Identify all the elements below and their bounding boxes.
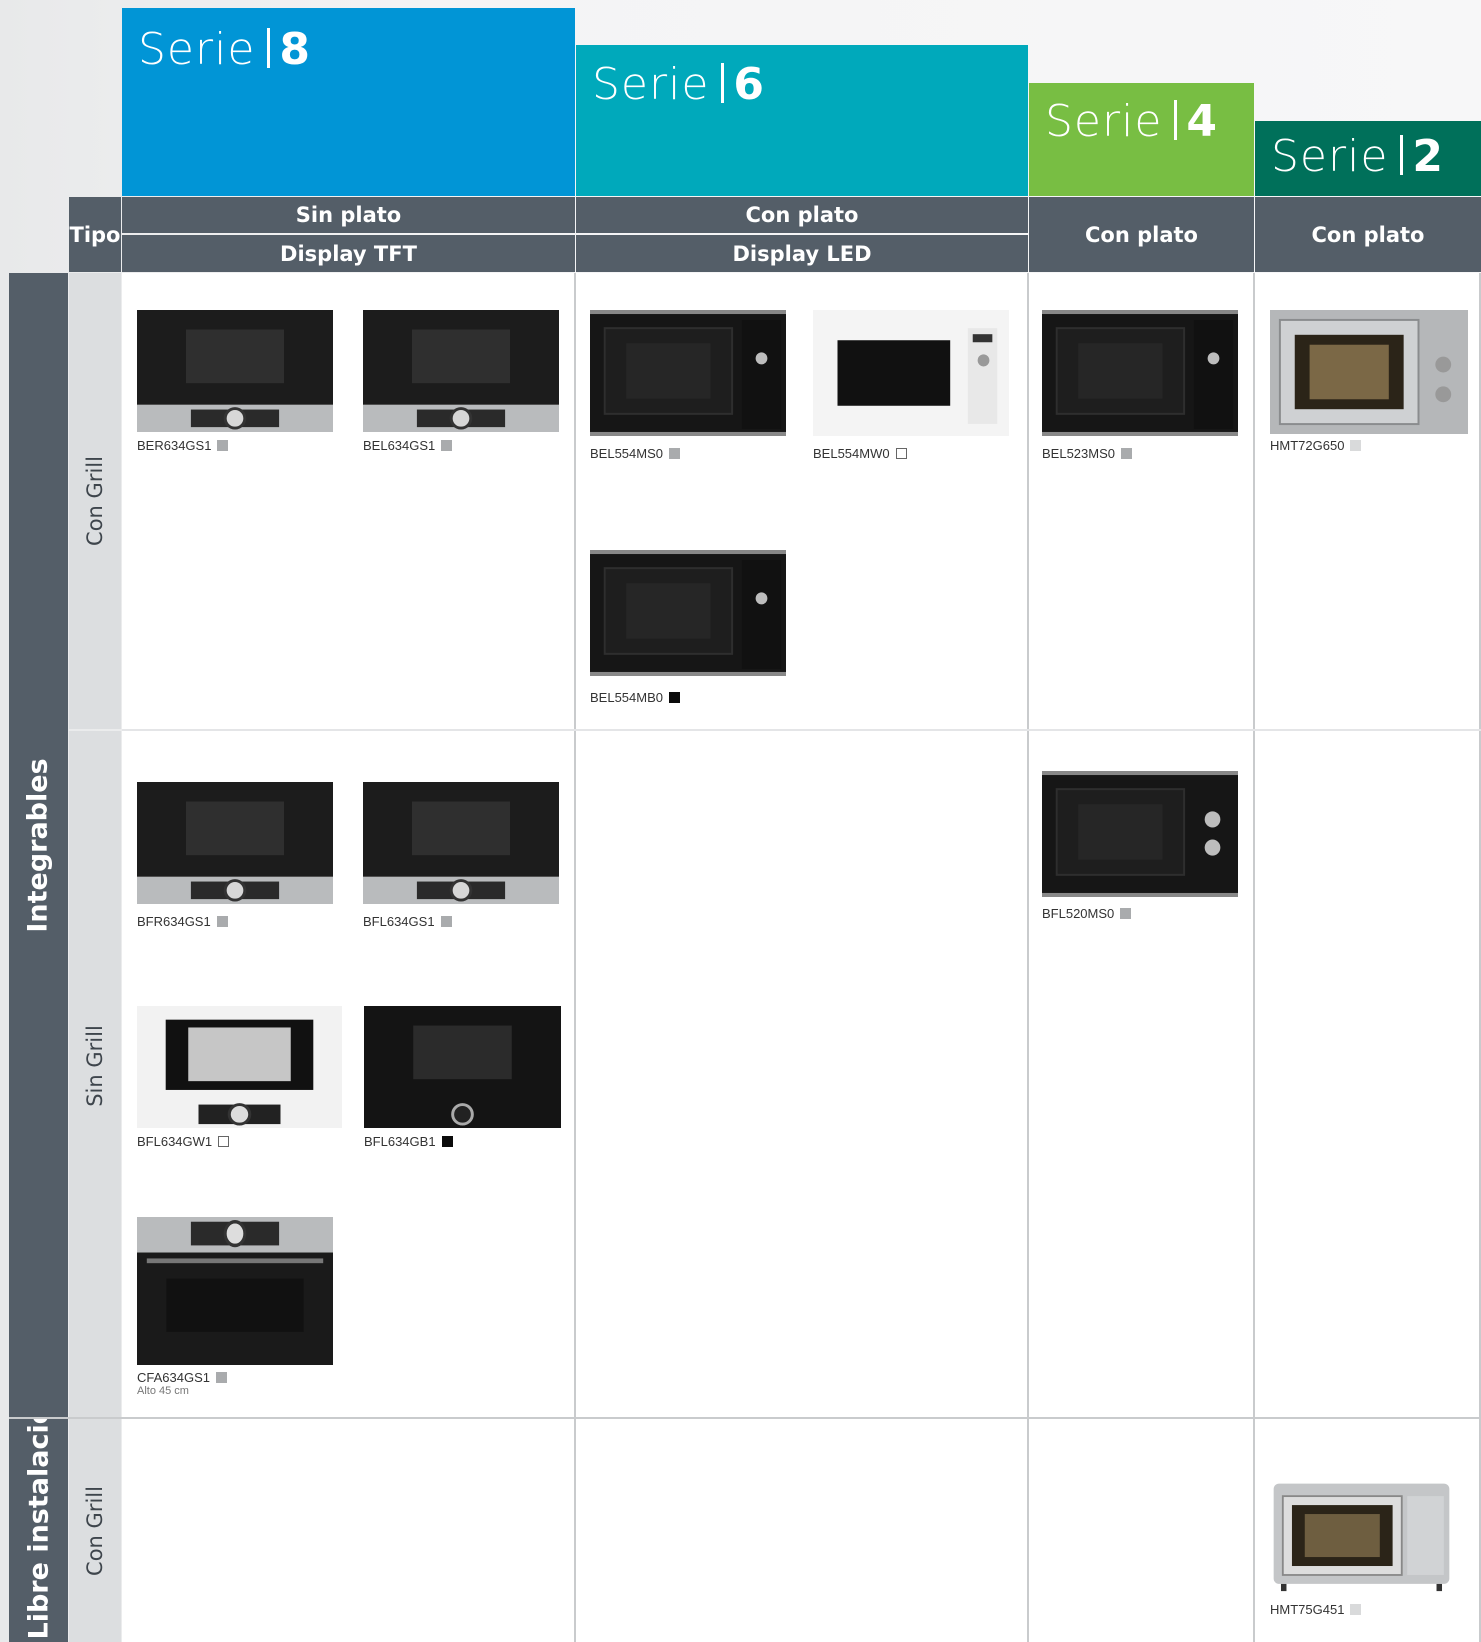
product-model: BFL634GW1 [137, 1134, 213, 1149]
product-label: HMT75G451 [1270, 1602, 1362, 1617]
product-label: BEL554MW0 [813, 446, 907, 461]
product-image[interactable] [1042, 310, 1238, 436]
subgroup-con-grill: Con Grill [69, 273, 121, 729]
product-model: BEL634GS1 [363, 438, 436, 453]
serie6-header-display: Display LED [576, 235, 1028, 272]
product-image[interactable] [590, 310, 786, 436]
serie-8-banner: Serie 8 [122, 8, 575, 196]
product-model: BFR634GS1 [137, 914, 211, 929]
product-image[interactable] [1042, 771, 1238, 897]
serie8-header-plate: Sin plato [122, 197, 575, 233]
product-label: BEL634GS1 [363, 438, 453, 453]
product-label: BFR634GS1 [137, 914, 228, 929]
finish-swatch [1350, 440, 1362, 451]
finish-swatch [1120, 908, 1132, 919]
finish-swatch [441, 440, 453, 451]
finish-swatch [216, 916, 228, 927]
serie4-header: Con plato [1029, 197, 1254, 272]
subgroup-sin-grill: Sin Grill [69, 731, 121, 1417]
product-model: HMT75G451 [1270, 1602, 1345, 1617]
product-label: BFL634GW1 [137, 1134, 230, 1149]
divider [1027, 273, 1029, 1642]
serie-6-banner: Serie 6 [576, 45, 1028, 196]
product-label: BFL520MS0 [1042, 906, 1132, 921]
serie8-header-display: Display TFT [122, 235, 575, 272]
product-label: BEL554MB0 [590, 690, 680, 705]
finish-swatch [669, 692, 680, 703]
divider [574, 273, 576, 1642]
product-label: CFA634GS1 Alto 45 cm [137, 1370, 227, 1397]
product-label: BER634GS1 [137, 438, 229, 453]
product-note: Alto 45 cm [137, 1385, 189, 1397]
product-label: BEL554MS0 [590, 446, 680, 461]
subgroup-con-grill-label: Con Grill [83, 456, 107, 546]
product-model: BEL554MB0 [590, 690, 663, 705]
finish-swatch [895, 448, 907, 459]
group-integrables: Integrables [9, 273, 68, 1417]
finish-swatch [216, 1372, 227, 1383]
serie6-header-plate: Con plato [576, 197, 1028, 233]
product-label: HMT72G650 [1270, 438, 1362, 453]
product-image[interactable] [363, 782, 559, 904]
subgroup-libre-con-grill-label: Con Grill [83, 1485, 107, 1576]
divider [1253, 273, 1255, 1642]
tipo-header: Tipo [69, 197, 121, 272]
product-label: BFL634GS1 [363, 914, 452, 929]
group-libre-label: Libre instalación [23, 1419, 55, 1640]
finish-swatch [669, 448, 680, 459]
product-image[interactable] [137, 782, 333, 904]
product-model: BFL634GS1 [363, 914, 435, 929]
subgroup-libre-con-grill: Con Grill [69, 1419, 121, 1642]
product-image[interactable] [364, 1006, 561, 1128]
serie-2-banner: Serie 2 [1255, 121, 1481, 196]
product-model: BEL554MS0 [590, 446, 663, 461]
product-model: BEL523MS0 [1042, 446, 1115, 461]
divider [122, 729, 1481, 731]
product-image[interactable] [813, 310, 1009, 436]
table-body [122, 273, 1481, 1642]
product-model: HMT72G650 [1270, 438, 1345, 453]
divider [9, 1417, 1481, 1419]
product-image[interactable] [590, 550, 786, 676]
finish-swatch [217, 440, 229, 451]
product-image[interactable] [363, 310, 559, 432]
product-image[interactable] [137, 310, 333, 432]
product-model: BEL554MW0 [813, 446, 890, 461]
product-label: BEL523MS0 [1042, 446, 1132, 461]
finish-swatch [1121, 448, 1132, 459]
serie-4-banner: Serie 4 [1029, 83, 1254, 196]
product-model: CFA634GS1 [137, 1370, 210, 1385]
product-model: BFL520MS0 [1042, 906, 1115, 921]
finish-swatch [1350, 1604, 1362, 1615]
group-integrables-label: Integrables [23, 757, 55, 933]
product-model: BER634GS1 [137, 438, 212, 453]
product-image[interactable] [137, 1006, 342, 1128]
finish-swatch [441, 1136, 453, 1147]
serie2-header: Con plato [1255, 197, 1481, 272]
product-image[interactable] [1270, 310, 1468, 434]
finish-swatch [440, 916, 452, 927]
product-model: BFL634GB1 [364, 1134, 436, 1149]
product-label: BFL634GB1 [364, 1134, 453, 1149]
group-libre: Libre instalación [9, 1419, 68, 1642]
finish-swatch [218, 1136, 230, 1147]
subgroup-sin-grill-label: Sin Grill [83, 1025, 107, 1107]
product-image[interactable] [137, 1217, 333, 1365]
product-image[interactable] [1270, 1480, 1453, 1592]
